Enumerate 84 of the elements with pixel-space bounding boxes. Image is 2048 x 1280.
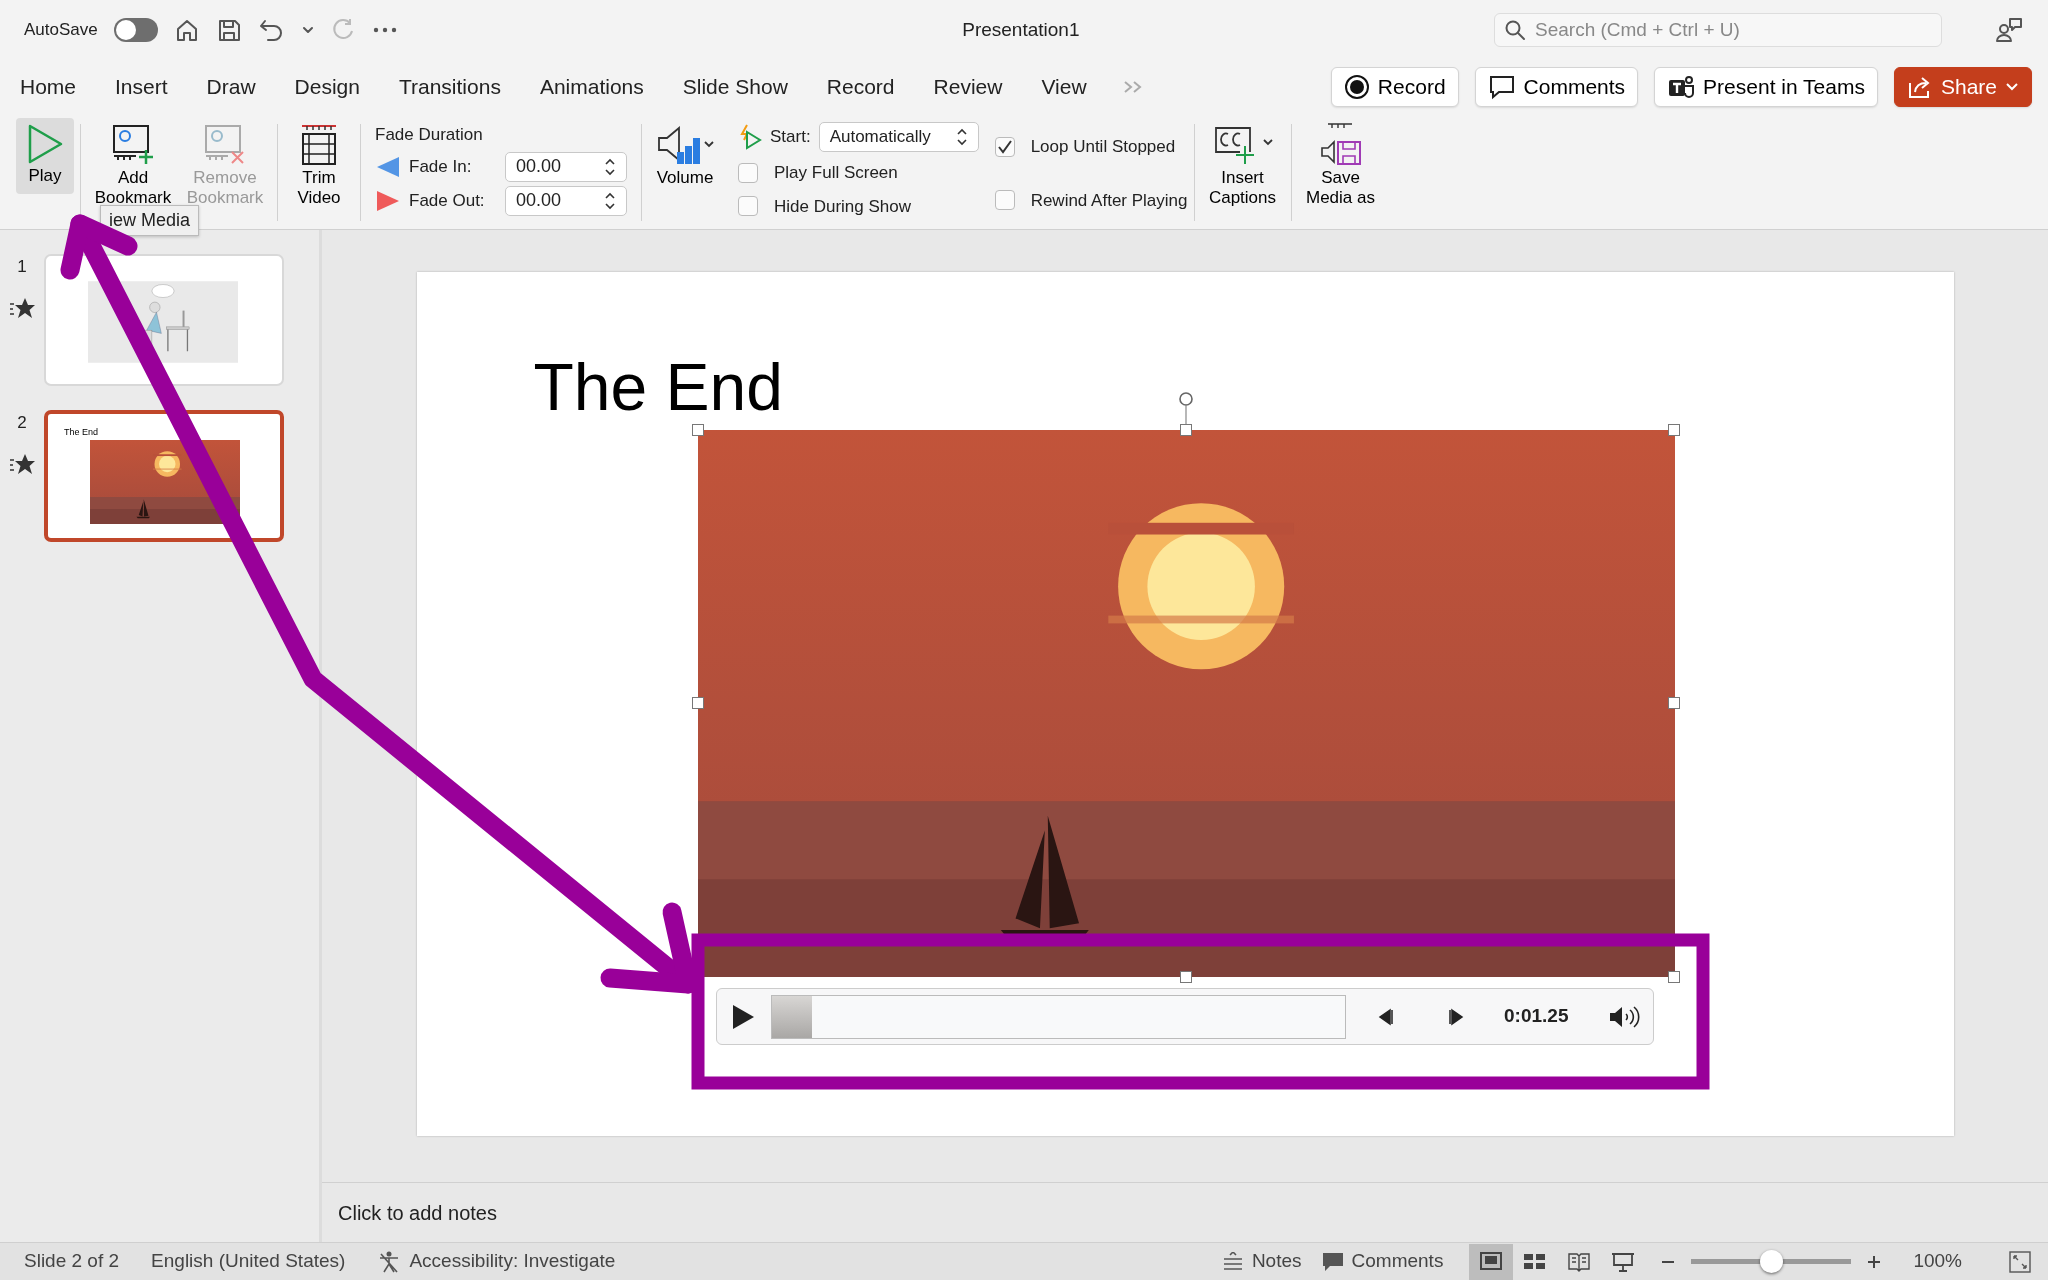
record-button[interactable]: Record bbox=[1330, 67, 1459, 107]
fade-duration-heading: Fade Duration bbox=[375, 124, 484, 146]
ribbon-tab[interactable]: Record bbox=[822, 69, 899, 105]
tooltip: iew Media bbox=[100, 205, 200, 236]
resize-handle[interactable] bbox=[1179, 971, 1192, 983]
ribbon-tab[interactable]: Slide Show bbox=[678, 69, 792, 105]
film-icon bbox=[299, 122, 339, 168]
stepper-icon[interactable] bbox=[955, 127, 968, 147]
checkbox-label[interactable]: Loop Until Stopped bbox=[1030, 134, 1176, 160]
checkbox[interactable] bbox=[994, 136, 1015, 157]
start-icon bbox=[738, 124, 762, 150]
ribbon-tab[interactable]: Transitions bbox=[394, 69, 505, 105]
ribbon-tab[interactable]: Home bbox=[16, 69, 81, 105]
ribbon-tab[interactable]: Insert bbox=[111, 69, 172, 105]
coauthor-icon[interactable] bbox=[1994, 16, 2024, 44]
autosave-toggle[interactable] bbox=[113, 18, 158, 42]
fade-out-icon bbox=[375, 188, 401, 213]
notes-icon bbox=[1221, 1251, 1244, 1272]
play-button[interactable]: Play bbox=[16, 118, 74, 194]
thumbnail-title: The End bbox=[64, 426, 99, 439]
presenter-icon bbox=[1611, 1250, 1636, 1273]
insert-captions-button[interactable]: Insert Captions bbox=[1200, 118, 1285, 212]
resize-handle[interactable] bbox=[1667, 424, 1680, 436]
fade-in-label: Fade In: bbox=[409, 155, 473, 178]
caret-icon[interactable] bbox=[301, 25, 314, 35]
resize-handle[interactable] bbox=[1667, 971, 1680, 983]
comment-icon bbox=[1487, 74, 1516, 100]
teams-icon bbox=[1667, 74, 1696, 100]
comments-button[interactable]: Comments bbox=[1311, 1243, 1454, 1280]
ribbon-tab[interactable]: Design bbox=[290, 69, 364, 105]
book-icon bbox=[1567, 1250, 1592, 1273]
slide-number: 2 bbox=[17, 412, 27, 434]
fit-to-window-icon[interactable] bbox=[2008, 1249, 2032, 1274]
stepper-icon[interactable] bbox=[604, 190, 616, 211]
slider-thumb[interactable] bbox=[1760, 1249, 1784, 1273]
volume-button[interactable]: Volume bbox=[648, 118, 722, 192]
checkbox[interactable] bbox=[738, 162, 758, 183]
slide-counter: Slide 2 of 2 bbox=[24, 1249, 120, 1274]
search-icon bbox=[1504, 19, 1526, 41]
resize-handle[interactable] bbox=[1179, 424, 1192, 436]
slide-title: The End bbox=[533, 354, 783, 420]
resize-handle[interactable] bbox=[691, 697, 704, 709]
fade-in-field[interactable]: 00.00 bbox=[505, 151, 627, 182]
view-button[interactable] bbox=[1469, 1243, 1514, 1280]
autosave-label: AutoSave bbox=[24, 19, 98, 42]
checkbox-label[interactable]: Hide During Show bbox=[774, 193, 911, 219]
time-display: 0:01.25 bbox=[1503, 1004, 1570, 1029]
notes-placeholder[interactable]: Click to add notes bbox=[338, 1197, 497, 1228]
ribbon-tab[interactable]: Draw bbox=[202, 69, 260, 105]
save-media-button[interactable]: Save Media as bbox=[1297, 118, 1384, 212]
caret-icon bbox=[2005, 82, 2019, 92]
zoom-percentage[interactable]: 100% bbox=[1913, 1247, 1962, 1276]
trim-video-button[interactable]: Trim Video bbox=[284, 118, 354, 212]
fade-out-field[interactable]: 00.00 bbox=[505, 185, 627, 216]
present-button[interactable]: Present in Teams bbox=[1654, 67, 1878, 107]
zoom-in-icon[interactable] bbox=[1867, 1254, 1882, 1269]
slide-thumbnail[interactable]: The End bbox=[44, 410, 284, 542]
normal-view-icon bbox=[1479, 1250, 1504, 1273]
more-icon[interactable] bbox=[371, 26, 398, 34]
checkbox[interactable] bbox=[738, 196, 758, 217]
notes-button[interactable]: Notes bbox=[1211, 1243, 1312, 1280]
ribbon-tab[interactable]: Animations bbox=[535, 69, 648, 105]
comments-button[interactable]: Comments bbox=[1474, 67, 1639, 107]
fade-out-label: Fade Out: bbox=[409, 189, 486, 212]
share-button[interactable]: Share bbox=[1893, 67, 2032, 107]
checkbox-label[interactable]: Play Full Screen bbox=[774, 160, 898, 186]
ribbon-tab[interactable]: Review bbox=[929, 69, 1007, 105]
fade-in-icon bbox=[375, 154, 401, 179]
slide-thumbnail[interactable] bbox=[44, 254, 284, 386]
record-icon bbox=[1343, 74, 1370, 100]
language-indicator[interactable]: English (United States) bbox=[151, 1247, 346, 1276]
slide-number: 1 bbox=[17, 256, 27, 278]
progress-track[interactable] bbox=[770, 994, 1347, 1039]
checkbox-label[interactable]: Rewind After Playing bbox=[1030, 187, 1188, 213]
start-label: Start: bbox=[770, 126, 811, 149]
accessibility-status[interactable]: Accessibility: Investigate bbox=[409, 1247, 616, 1276]
checkbox[interactable] bbox=[994, 190, 1015, 211]
ribbon-tab[interactable]: View bbox=[1037, 69, 1091, 105]
window-title: Presentation1 bbox=[961, 17, 1081, 42]
comment-icon bbox=[1321, 1251, 1344, 1272]
resize-handle[interactable] bbox=[691, 424, 704, 436]
start-dropdown[interactable]: Automatically bbox=[818, 122, 979, 152]
search-field[interactable]: Search (Cmd + Ctrl + U) bbox=[1494, 13, 1942, 47]
stepper-icon[interactable] bbox=[604, 156, 616, 177]
